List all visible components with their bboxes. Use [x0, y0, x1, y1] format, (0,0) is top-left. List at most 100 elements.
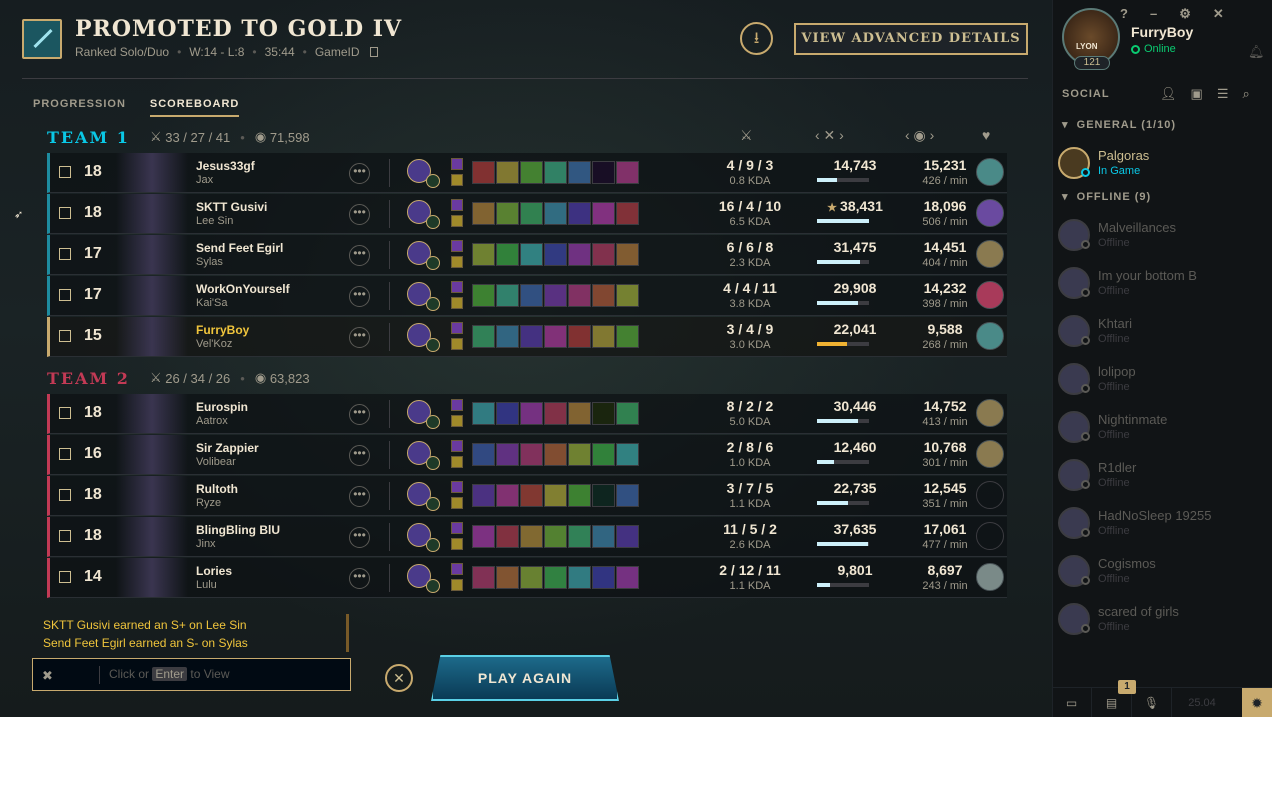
- tab-scoreboard[interactable]: SCOREBOARD: [149, 98, 240, 117]
- item-slot[interactable]: [496, 161, 519, 184]
- item-slot[interactable]: [544, 284, 567, 307]
- player-name[interactable]: Rultoth: [196, 482, 238, 496]
- item-slot[interactable]: [592, 525, 615, 548]
- rank-emblem-icon[interactable]: [976, 322, 1004, 350]
- item-slot[interactable]: [496, 525, 519, 548]
- item-slot[interactable]: [592, 484, 615, 507]
- item-slot[interactable]: [472, 402, 495, 425]
- item-slot[interactable]: [544, 243, 567, 266]
- item-slot[interactable]: [520, 484, 543, 507]
- item-slot[interactable]: [568, 525, 591, 548]
- item-slot[interactable]: [568, 284, 591, 307]
- player-row[interactable]: 18 Jesus33gf Jax ••• 4 / 9 / 3 0.8 KDA 14,743 1…: [47, 153, 1007, 193]
- friend-item[interactable]: Cogismos Offline: [1058, 552, 1258, 592]
- item-slot[interactable]: [544, 566, 567, 589]
- friend-item[interactable]: Khtari Offline: [1058, 312, 1258, 352]
- item-slot[interactable]: [616, 484, 639, 507]
- download-replay-button[interactable]: ⭳: [740, 22, 773, 55]
- rank-emblem-icon[interactable]: [976, 158, 1004, 186]
- item-slot[interactable]: [520, 161, 543, 184]
- item-slot[interactable]: [544, 402, 567, 425]
- item-slot[interactable]: [472, 202, 495, 225]
- item-slot[interactable]: [592, 566, 615, 589]
- bug-report-button[interactable]: ✹: [1242, 688, 1272, 717]
- rank-emblem-icon[interactable]: [976, 481, 1004, 509]
- voice-button[interactable]: 🎙︎: [1132, 688, 1172, 717]
- friend-item[interactable]: HadNoSleep 19255 Offline: [1058, 504, 1258, 544]
- item-slot[interactable]: [568, 325, 591, 348]
- player-row[interactable]: 15 FurryBoy Vel'Koz ••• 3 / 4 / 9 3.0 KDA 22,0…: [47, 317, 1007, 357]
- status-selector[interactable]: Online: [1131, 43, 1176, 55]
- add-friend-icon[interactable]: 👤︎: [1160, 86, 1177, 102]
- item-slot[interactable]: [592, 325, 615, 348]
- more-options-button[interactable]: •••: [349, 404, 370, 425]
- player-row[interactable]: 17 Send Feet Egirl Sylas ••• 6 / 6 / 8 2.3 KD…: [47, 235, 1007, 275]
- rank-emblem-icon[interactable]: [976, 399, 1004, 427]
- item-slot[interactable]: [616, 243, 639, 266]
- settings-gear-icon[interactable]: ⚙: [1179, 6, 1191, 22]
- item-slot[interactable]: [592, 443, 615, 466]
- chat-scrollbar[interactable]: [346, 614, 349, 652]
- item-slot[interactable]: [616, 161, 639, 184]
- item-slot[interactable]: [472, 525, 495, 548]
- list-view-icon[interactable]: ☰: [1217, 86, 1229, 102]
- item-slot[interactable]: [568, 202, 591, 225]
- item-slot[interactable]: [592, 402, 615, 425]
- friend-group-header[interactable]: ▾ OFFLINE (9): [1062, 190, 1151, 203]
- rank-emblem-icon[interactable]: [976, 240, 1004, 268]
- more-options-button[interactable]: •••: [349, 568, 370, 589]
- player-row[interactable]: 18 BlingBling BlU Jinx ••• 11 / 5 / 2 2.6 KDA…: [47, 517, 1007, 557]
- item-slot[interactable]: [520, 525, 543, 548]
- item-slot[interactable]: [520, 443, 543, 466]
- friend-item[interactable]: scared of girls Offline: [1058, 600, 1258, 640]
- rank-emblem-icon[interactable]: [976, 563, 1004, 591]
- gold-column-selector[interactable]: ‹ ◉ ›: [905, 127, 934, 144]
- friend-item[interactable]: lolipop Offline: [1058, 360, 1258, 400]
- item-slot[interactable]: [496, 484, 519, 507]
- player-row[interactable]: 18 Rultoth Ryze ••• 3 / 7 / 5 1.1 KDA 22,735 12…: [47, 476, 1007, 516]
- item-slot[interactable]: [520, 243, 543, 266]
- item-slot[interactable]: [520, 202, 543, 225]
- friend-item[interactable]: R1dler Offline: [1058, 456, 1258, 496]
- player-name[interactable]: FurryBoy: [196, 323, 249, 337]
- item-slot[interactable]: [592, 284, 615, 307]
- player-row[interactable]: 14 Lories Lulu ••• 2 / 12 / 11 1.1 KDA 9,801 8,…: [47, 558, 1007, 598]
- player-name[interactable]: BlingBling BlU: [196, 523, 280, 537]
- more-options-button[interactable]: •••: [349, 163, 370, 184]
- item-slot[interactable]: [472, 325, 495, 348]
- view-advanced-details-button[interactable]: VIEW ADVANCED DETAILS: [794, 23, 1028, 55]
- player-name[interactable]: Send Feet Egirl: [196, 241, 283, 255]
- friend-group-header[interactable]: ▾ GENERAL (1/10): [1062, 118, 1176, 131]
- player-row[interactable]: 18 Eurospin Aatrox ••• 8 / 2 / 2 5.0 KDA 30,44…: [47, 394, 1007, 434]
- item-slot[interactable]: [568, 484, 591, 507]
- item-slot[interactable]: [568, 443, 591, 466]
- item-slot[interactable]: [472, 161, 495, 184]
- damage-column-selector[interactable]: ‹ ✕ ›: [815, 127, 844, 144]
- item-slot[interactable]: [592, 161, 615, 184]
- more-options-button[interactable]: •••: [349, 204, 370, 225]
- item-slot[interactable]: [544, 525, 567, 548]
- item-slot[interactable]: [496, 402, 519, 425]
- item-slot[interactable]: [544, 484, 567, 507]
- item-slot[interactable]: [496, 202, 519, 225]
- item-slot[interactable]: [472, 484, 495, 507]
- item-slot[interactable]: [616, 566, 639, 589]
- more-options-button[interactable]: •••: [349, 527, 370, 548]
- item-slot[interactable]: [520, 325, 543, 348]
- rank-emblem-icon[interactable]: [976, 440, 1004, 468]
- item-slot[interactable]: [592, 243, 615, 266]
- minimize-icon[interactable]: –: [1150, 6, 1157, 22]
- player-row[interactable]: 16 Sir Zappier Volibear ••• 2 / 8 / 6 1.0 KDA…: [47, 435, 1007, 475]
- item-slot[interactable]: [496, 284, 519, 307]
- player-name[interactable]: Sir Zappier: [196, 441, 259, 455]
- item-slot[interactable]: [496, 243, 519, 266]
- item-slot[interactable]: [520, 284, 543, 307]
- help-icon[interactable]: ?: [1120, 6, 1128, 22]
- item-slot[interactable]: [496, 325, 519, 348]
- item-slot[interactable]: [616, 284, 639, 307]
- notifications-bell-icon[interactable]: 🔔︎: [1248, 44, 1265, 60]
- close-button[interactable]: ✕: [385, 664, 413, 692]
- item-slot[interactable]: [616, 525, 639, 548]
- item-slot[interactable]: [544, 202, 567, 225]
- item-slot[interactable]: [520, 402, 543, 425]
